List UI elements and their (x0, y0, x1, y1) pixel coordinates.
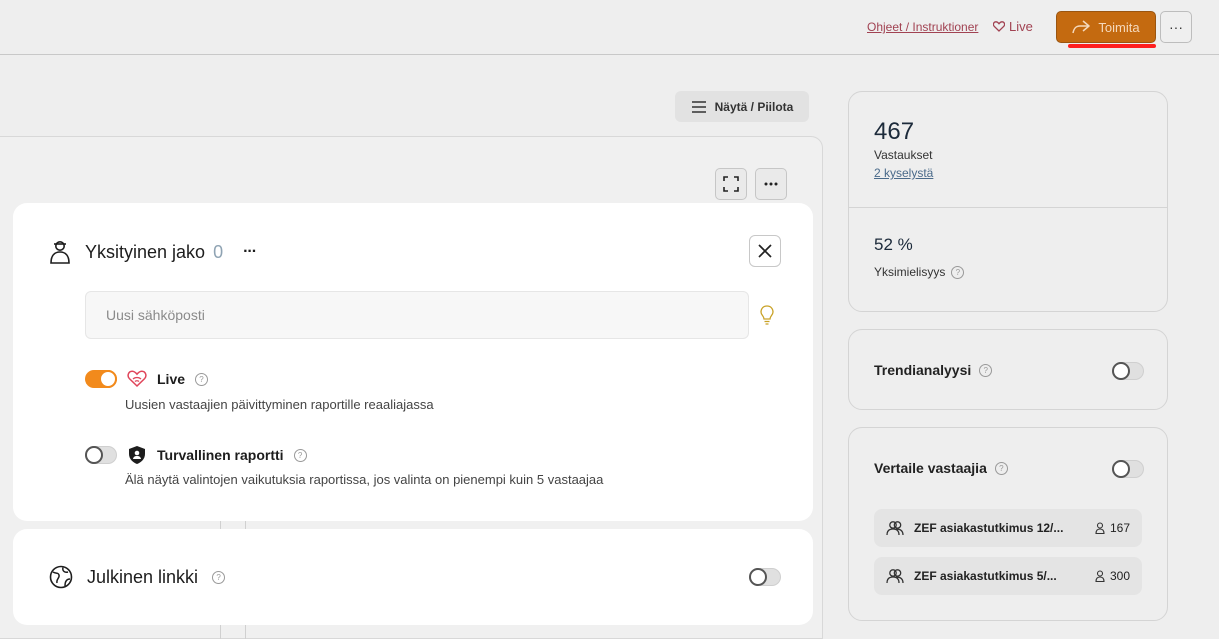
survey-name: ZEF asiakastutkimus 5/... (914, 569, 1057, 583)
public-link-toggle[interactable] (749, 568, 781, 586)
divider (849, 207, 1167, 208)
secure-report-label: Turvallinen raportti (157, 447, 284, 463)
toggle-knob (1112, 362, 1130, 380)
live-indicator[interactable]: Live (993, 19, 1033, 34)
trend-toggle[interactable] (1112, 362, 1144, 380)
help-icon[interactable]: ? (979, 363, 993, 377)
private-share-more-button[interactable]: ··· (243, 243, 257, 261)
public-link-dialog: Julkinen linkki ? (13, 529, 813, 625)
dots-icon (764, 182, 778, 186)
live-option-label: Live (157, 371, 186, 387)
private-share-dialog: Yksityinen jako 0 ··· Live ? Uusien vast… (13, 203, 813, 521)
survey-count-value: 300 (1109, 569, 1130, 583)
consensus-label-text: Yksimielisyys (874, 265, 946, 279)
live-option: Live ? (85, 370, 209, 388)
compare-title: Vertaile vastaajia ? (874, 460, 1008, 476)
compare-title-text: Vertaile vastaajia (874, 460, 987, 476)
help-icon[interactable]: ? (195, 372, 209, 386)
secure-report-option: Turvallinen raportti ? (85, 445, 307, 465)
survey-count: 300 (1095, 569, 1130, 583)
show-hide-label: Näytä / Piilota (714, 99, 794, 114)
consensus-value: 52 % (874, 235, 913, 254)
close-icon (758, 244, 772, 258)
trend-card: Trendianalyysi ? (848, 329, 1168, 410)
person-icon (1095, 522, 1105, 534)
more-options-button[interactable]: ··· (1160, 11, 1192, 43)
more-options-label: ··· (1169, 19, 1183, 35)
person-icon (1095, 570, 1105, 582)
survey-name: ZEF asiakastutkimus 12/... (914, 521, 1064, 535)
expand-icon (723, 176, 739, 192)
toggle-knob (1112, 460, 1130, 478)
respondents-icon (886, 569, 904, 584)
lightbulb-icon[interactable] (759, 304, 775, 326)
private-share-header: Yksityinen jako 0 ··· (49, 239, 257, 265)
secure-report-title: Turvallinen raportti ? (127, 445, 307, 465)
stats-card: 467 Vastaukset 2 kyselystä 52 % Yksimiel… (848, 91, 1168, 312)
survey-row[interactable]: ZEF asiakastutkimus 12/... 167 (874, 509, 1142, 547)
compare-card: Vertaile vastaajia ? ZEF asiakastutkimus… (848, 427, 1168, 621)
survey-row[interactable]: ZEF asiakastutkimus 5/... 300 (874, 557, 1142, 595)
deliver-button[interactable]: Toimita (1056, 11, 1156, 43)
recipient-count: 0 (213, 241, 224, 262)
toggle-knob (749, 568, 767, 586)
live-toggle[interactable] (85, 370, 117, 388)
share-arrow-icon (1072, 20, 1091, 34)
private-share-icon (50, 241, 70, 264)
globe-icon (49, 565, 73, 589)
surveys-link[interactable]: 2 kyselystä (874, 166, 933, 180)
deliver-button-label: Toimita (1098, 19, 1140, 35)
public-link-header: Julkinen linkki ? (49, 565, 226, 589)
highlight-underline (1068, 44, 1156, 48)
help-icon[interactable]: ? (212, 570, 226, 584)
menu-icon (691, 100, 706, 113)
live-indicator-label: Live (1009, 19, 1033, 34)
trend-title: Trendianalyysi ? (874, 362, 993, 378)
show-hide-button[interactable]: Näytä / Piilota (675, 91, 809, 122)
trend-title-text: Trendianalyysi (874, 362, 972, 378)
live-option-description: Uusien vastaajien päivittyminen raportil… (125, 397, 434, 412)
consensus-label: Yksimielisyys ? (874, 265, 965, 279)
secure-report-toggle[interactable] (85, 446, 117, 464)
public-link-title: Julkinen linkki (87, 566, 199, 587)
live-option-title: Live ? (127, 370, 209, 388)
survey-count: 167 (1095, 521, 1130, 535)
survey-count-value: 167 (1109, 521, 1130, 535)
toggle-knob (99, 370, 117, 388)
toggle-knob (85, 446, 103, 464)
help-icon[interactable]: ? (293, 448, 307, 462)
panel-more-button[interactable] (755, 168, 787, 200)
responses-label: Vastaukset (874, 148, 933, 162)
live-heart-icon (127, 370, 147, 388)
top-bar: Ohjeet / Instruktioner Live Toimita ··· (0, 0, 1219, 55)
email-input[interactable] (85, 291, 749, 339)
secure-report-description: Älä näytä valintojen vaikutuksia raporti… (125, 472, 604, 487)
fullscreen-button[interactable] (715, 168, 747, 200)
help-link[interactable]: Ohjeet / Instruktioner (867, 20, 978, 34)
help-icon[interactable]: ? (994, 461, 1008, 475)
responses-count: 467 (874, 118, 915, 145)
compare-toggle[interactable] (1112, 460, 1144, 478)
respondents-icon (886, 521, 904, 536)
live-heart-icon (993, 21, 1005, 32)
private-share-title: Yksityinen jako (85, 241, 206, 262)
help-icon[interactable]: ? (951, 265, 965, 279)
shield-icon (129, 446, 145, 464)
close-button[interactable] (749, 235, 781, 267)
